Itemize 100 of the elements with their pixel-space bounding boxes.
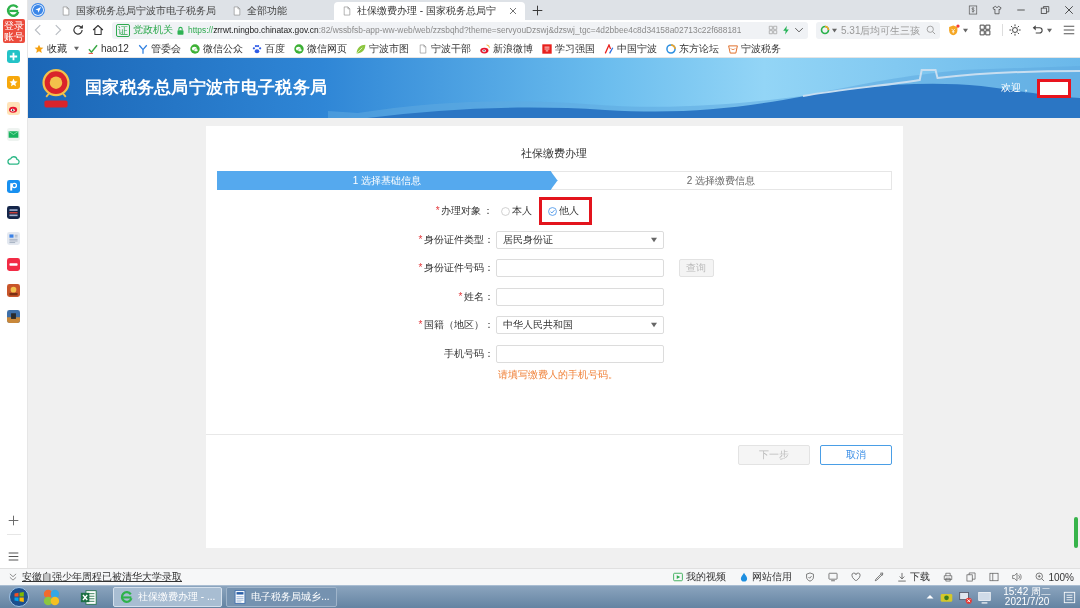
page-icon[interactable] — [417, 43, 428, 54]
address-field[interactable]: 证 党政机关 https://zrrwt.ningbo.chinatax.gov.cn:82/wssbfsb-app-ww-web/web/zzsbqhd?theme=servyouDzswj&dzswj_tgc=4d2bbee4c8d34158a02713c22f688181 — [112, 21, 808, 39]
browser-tab[interactable]: 全部功能 — [224, 2, 334, 20]
radio-icon[interactable] — [547, 206, 557, 216]
bookmark-link[interactable]: 东方论坛 — [678, 41, 719, 56]
restore-icon[interactable] — [1040, 5, 1050, 15]
back-icon[interactable] — [32, 24, 44, 36]
chat-bubble-icon[interactable] — [293, 43, 304, 54]
news-link[interactable]: 安徽自强少年周程已被清华大学录取 — [22, 570, 182, 584]
url-text[interactable]: https://zrrwt.ningbo.chinatax.gov.cn:82/wssbfsb-app-ww-web/web/zzsbqhd?theme=servyouDzswj&dzswj_tgc=4d2bbee4c8d34158a02713c22f688181 — [188, 25, 742, 35]
undo-icon[interactable] — [1032, 24, 1044, 36]
paw-icon[interactable] — [251, 43, 262, 54]
bookmark-link[interactable]: 新浪微博 — [492, 41, 533, 56]
app-tile-icon[interactable] — [7, 180, 20, 193]
bookmark-link[interactable]: 管委会 — [150, 41, 181, 56]
spreadsheet-icon[interactable] — [80, 588, 97, 606]
document-tile-icon[interactable] — [7, 232, 20, 245]
brightness-icon[interactable] — [1009, 24, 1021, 36]
network-error-icon[interactable] — [959, 590, 973, 604]
caret-icon[interactable] — [832, 27, 837, 33]
home-icon[interactable] — [92, 24, 104, 36]
browser-tab[interactable]: 国家税务总局宁波市电子税务局 — [53, 2, 224, 20]
eye-icon[interactable] — [479, 43, 490, 54]
search-field[interactable]: 5.31后均可生三孩 — [816, 21, 940, 39]
start-button[interactable] — [9, 587, 29, 607]
monitor-icon[interactable] — [828, 572, 839, 582]
caret-icon[interactable] — [650, 322, 657, 329]
notification-icon[interactable] — [1063, 590, 1076, 604]
app-tile-icon[interactable] — [7, 258, 20, 271]
lined-tile-icon[interactable] — [541, 43, 552, 54]
eye-tile-icon[interactable] — [7, 102, 20, 115]
bookmark-link[interactable]: 微信公众 — [202, 41, 243, 56]
caret-icon[interactable] — [963, 27, 968, 33]
download-link[interactable]: 下载 — [910, 570, 931, 584]
drop-icon[interactable] — [739, 572, 750, 582]
radio-icon[interactable] — [500, 206, 510, 216]
star-tile-icon[interactable] — [7, 76, 20, 89]
bookmark-link[interactable]: hao12 — [101, 43, 129, 54]
select-field[interactable]: 中华人民共和国 — [495, 316, 664, 335]
shield-icon[interactable] — [805, 572, 816, 582]
swoosh-icon[interactable] — [603, 43, 614, 54]
browser-logo-icon[interactable] — [6, 3, 21, 18]
caret-icon[interactable] — [1047, 27, 1052, 33]
envelope-tile-icon[interactable] — [7, 128, 20, 141]
monitor-icon[interactable] — [978, 590, 992, 604]
chat-bubble-icon[interactable] — [189, 43, 200, 54]
bookmark-link[interactable]: 宁波市图 — [368, 41, 409, 56]
game-tile-icon[interactable] — [7, 284, 20, 297]
favorites-link[interactable]: 收藏 — [47, 41, 67, 56]
zoom-icon[interactable] — [1035, 572, 1046, 582]
shirt-icon[interactable] — [992, 5, 1002, 15]
heart-icon[interactable] — [851, 572, 862, 582]
double-chevron-icon[interactable] — [8, 572, 18, 582]
input-field[interactable] — [495, 344, 664, 363]
colored-balls-icon[interactable] — [43, 588, 60, 606]
search-icon[interactable] — [926, 25, 936, 35]
chevron-down-icon[interactable] — [794, 25, 804, 35]
account-badge[interactable]: 登录账号 — [2, 19, 25, 43]
bookmark-link[interactable]: 宁波税务 — [740, 41, 781, 56]
zoom-level[interactable]: 100% — [1048, 571, 1074, 583]
game-tile-icon[interactable] — [7, 310, 20, 323]
radio-option[interactable]: 本人 — [500, 204, 532, 218]
download-icon[interactable] — [897, 572, 908, 582]
bookmark-link[interactable]: 微信网页 — [306, 41, 347, 56]
plus-icon[interactable] — [8, 515, 19, 526]
bookmark-link[interactable]: 宁波干部 — [430, 41, 471, 56]
leaf-icon[interactable] — [355, 43, 366, 54]
caret-icon[interactable] — [650, 236, 657, 243]
bookmark-link[interactable]: 百度 — [264, 41, 285, 56]
scrollbar-thumb[interactable] — [1074, 517, 1078, 548]
close-icon[interactable] — [508, 7, 517, 15]
printer-icon[interactable] — [943, 572, 954, 582]
input-field[interactable] — [495, 259, 664, 278]
plus-tile-icon[interactable] — [7, 50, 20, 63]
arrow-circle-icon[interactable] — [31, 3, 45, 17]
menu-icon[interactable] — [8, 551, 19, 562]
shield-icon[interactable] — [948, 24, 960, 36]
cloud-icon[interactable] — [7, 154, 20, 167]
play-icon[interactable] — [673, 572, 684, 582]
credit-link[interactable]: 网站信用 — [752, 570, 793, 584]
video-link[interactable]: 我的视频 — [686, 570, 727, 584]
app-tile-icon[interactable] — [7, 206, 20, 219]
browser-tab[interactable]: 社保缴费办理 - 国家税务总局宁 — [334, 2, 525, 20]
checkmark-icon[interactable] — [88, 43, 98, 54]
reload-icon[interactable] — [72, 24, 84, 36]
bookmark-link[interactable]: 学习强国 — [554, 41, 595, 56]
speaker-icon[interactable] — [1012, 572, 1023, 582]
dollar-box-icon[interactable] — [968, 5, 978, 15]
chevron-up-icon[interactable] — [926, 593, 935, 601]
plus-icon[interactable] — [531, 4, 543, 16]
star-icon[interactable] — [34, 43, 44, 54]
fork-icon[interactable] — [137, 43, 148, 54]
ring-icon[interactable] — [665, 43, 676, 54]
radio-option[interactable]: 他人 — [547, 204, 579, 218]
input-field[interactable] — [495, 287, 664, 306]
grid-icon[interactable] — [768, 25, 778, 35]
bookmark-link[interactable]: 中国宁波 — [616, 41, 657, 56]
menu-icon[interactable] — [1063, 24, 1075, 36]
split-window-icon[interactable] — [989, 572, 1000, 582]
pencil-icon[interactable] — [874, 572, 885, 582]
